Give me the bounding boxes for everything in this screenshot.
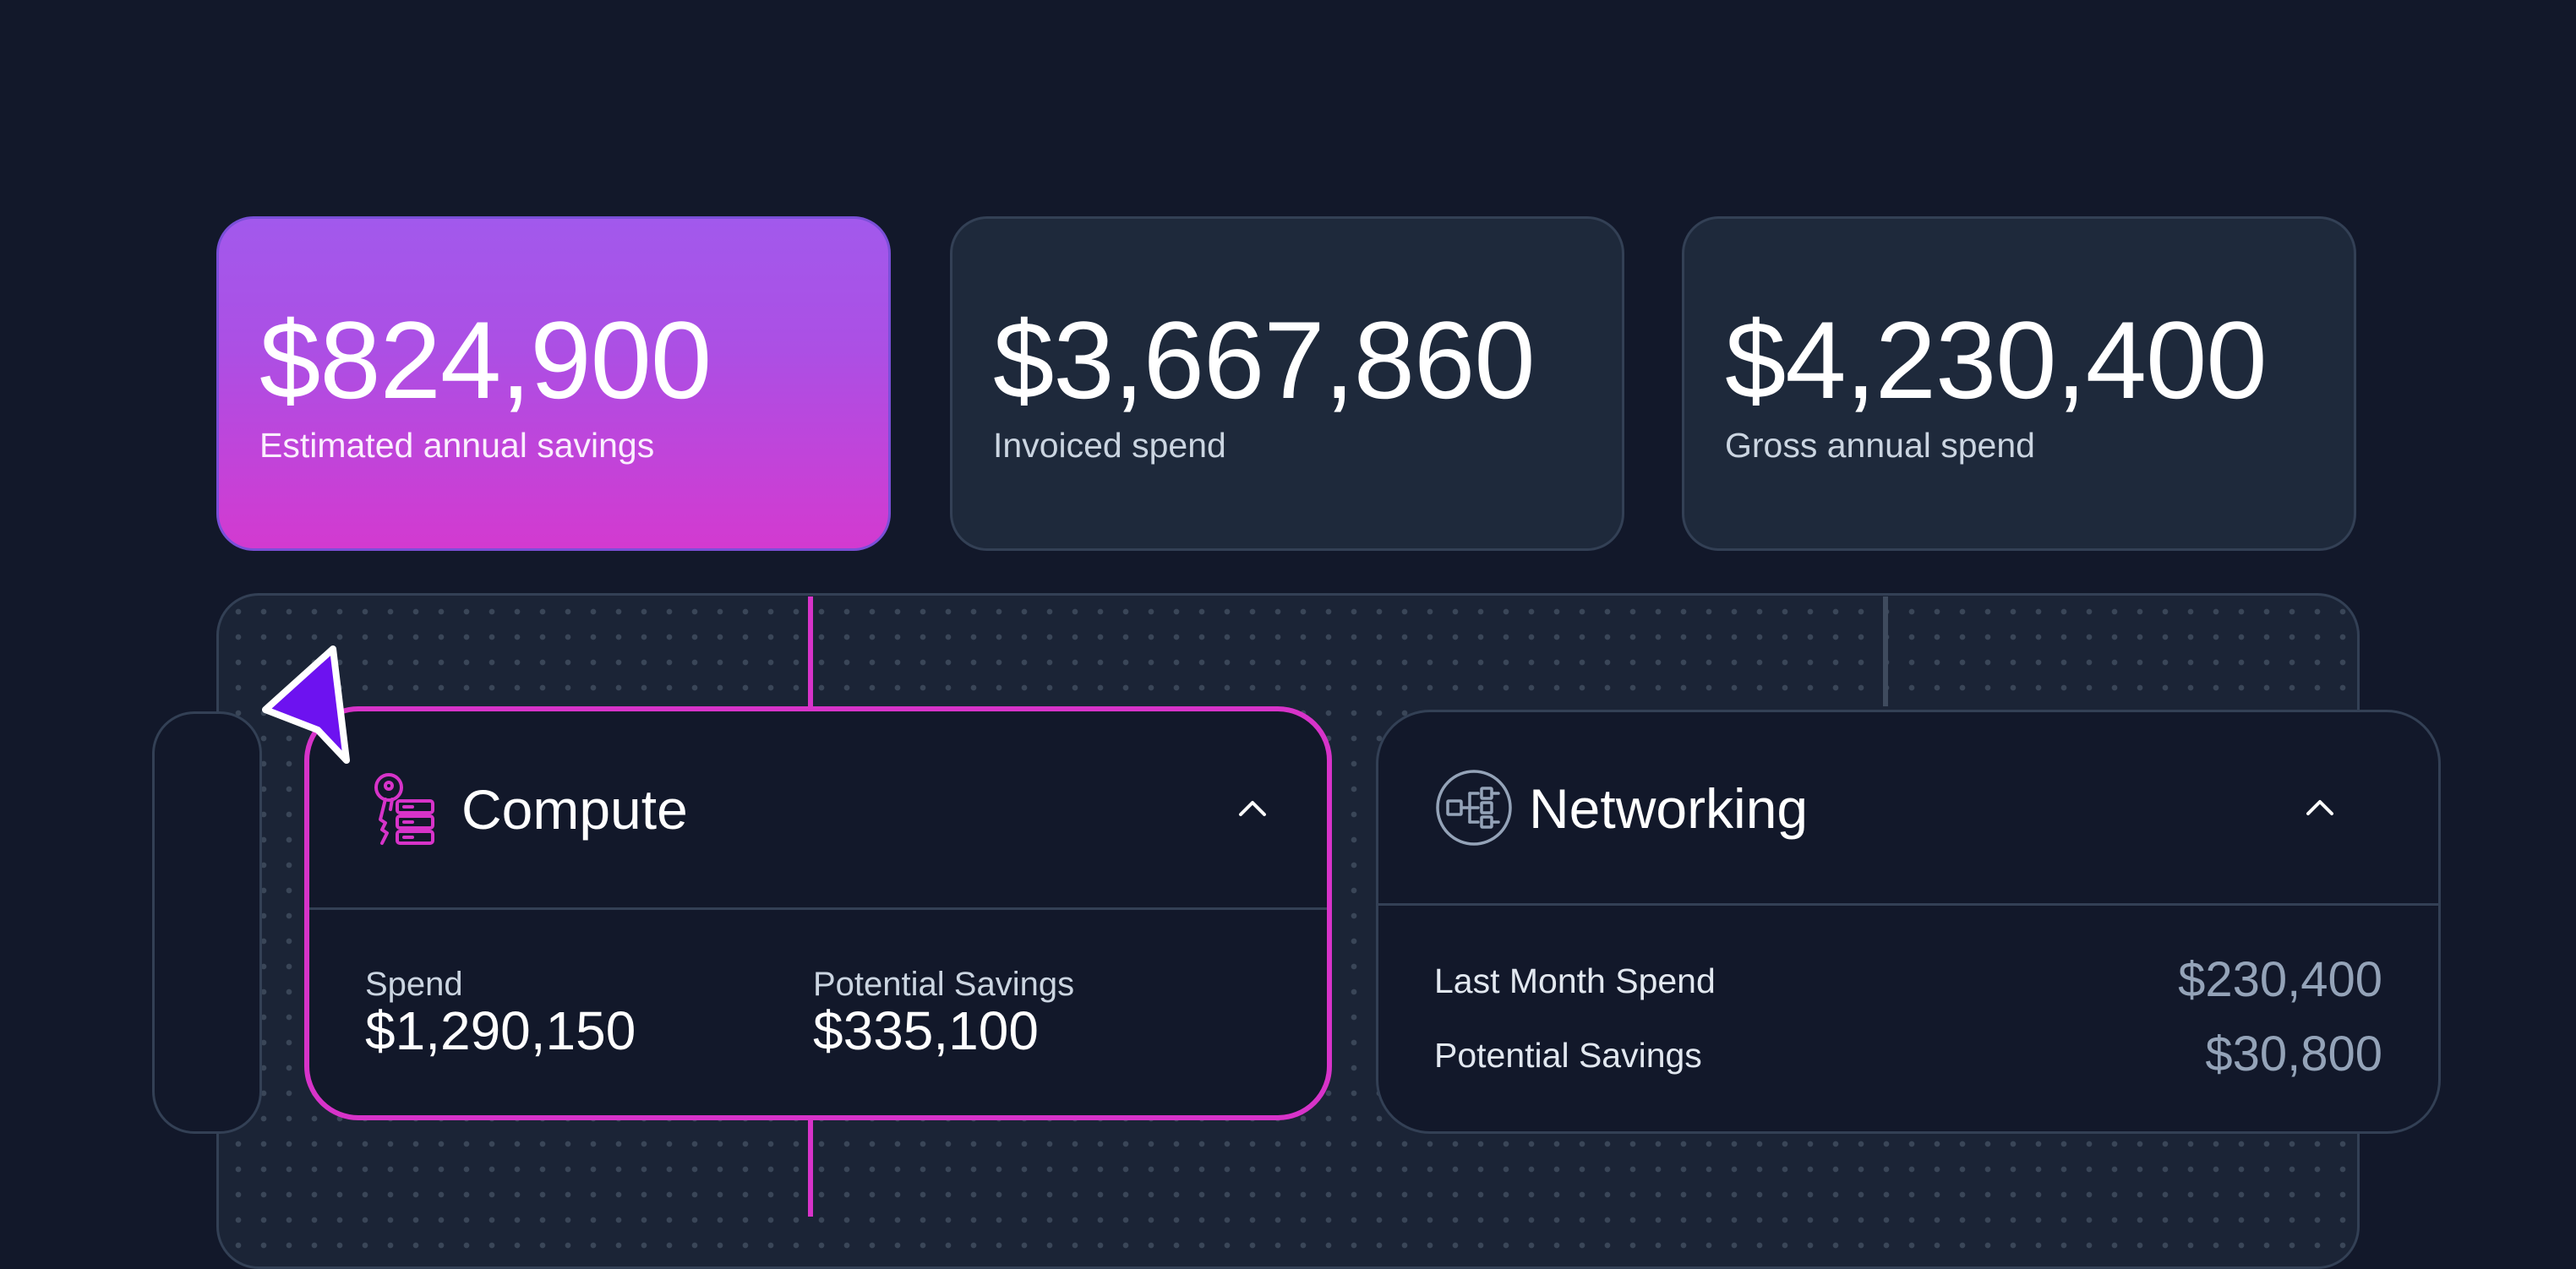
chevron-up-icon[interactable] — [2303, 795, 2337, 819]
stat-value: $824,900 — [259, 298, 712, 422]
chevron-up-icon[interactable] — [1236, 796, 1269, 820]
potential-savings-label: Potential Savings — [1434, 1036, 1702, 1075]
card-title: Networking — [1529, 777, 1809, 840]
potential-savings-value: $30,800 — [2205, 1027, 2382, 1081]
stat-label: Estimated annual savings — [259, 426, 655, 465]
card-title: Compute — [461, 778, 688, 841]
connector-line-top — [808, 596, 813, 708]
spend-label: Spend — [365, 966, 463, 1003]
service-card-compute[interactable]: Compute Spend $1,290,150 Potential Savin… — [304, 706, 1332, 1120]
key-server-icon — [374, 773, 434, 845]
service-card-partial[interactable] — [152, 711, 262, 1134]
stat-value: $3,667,860 — [993, 298, 1536, 422]
stat-value: $4,230,400 — [1725, 298, 2268, 422]
cursor-pointer-icon — [262, 645, 350, 764]
stat-card-invoiced-spend[interactable]: $3,667,860 Invoiced spend — [950, 216, 1624, 551]
spend-value: $1,290,150 — [365, 1000, 636, 1061]
stat-label: Gross annual spend — [1725, 426, 2035, 465]
stat-label: Invoiced spend — [993, 426, 1226, 465]
last-month-spend-value: $230,400 — [2178, 952, 2382, 1007]
service-card-networking[interactable]: Networking Last Month Spend $230,400 Pot… — [1376, 710, 2441, 1134]
potential-savings-value: $335,100 — [813, 1000, 1039, 1061]
potential-savings-label: Potential Savings — [813, 966, 1075, 1003]
connector-line-bottom — [808, 1119, 813, 1217]
stat-card-estimated-savings[interactable]: $824,900 Estimated annual savings — [216, 216, 891, 551]
card-header[interactable]: Compute — [309, 711, 1327, 910]
network-flow-icon — [1436, 770, 1512, 846]
card-header[interactable]: Networking — [1378, 712, 2438, 906]
last-month-spend-label: Last Month Spend — [1434, 961, 1716, 1000]
connector-line-networking — [1883, 596, 1888, 706]
stat-card-gross-spend[interactable]: $4,230,400 Gross annual spend — [1682, 216, 2356, 551]
